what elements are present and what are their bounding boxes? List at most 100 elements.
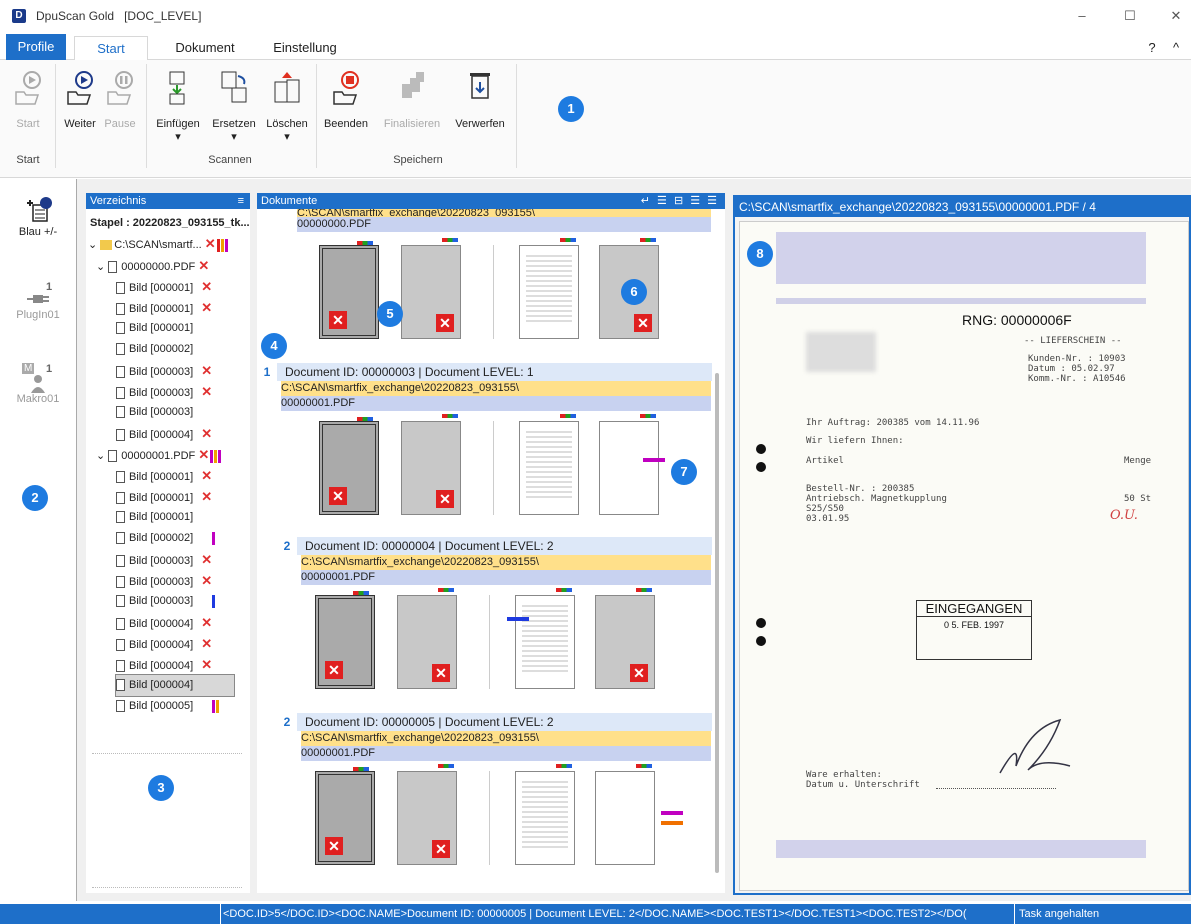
tree-image-item[interactable]: Bild [000001] ✕: [116, 465, 212, 486]
tree-image-item[interactable]: Bild [000002]: [116, 339, 193, 360]
letterhead-line: [776, 298, 1146, 304]
app-logo-icon: D: [12, 9, 26, 23]
page-thumbnail[interactable]: ✕: [401, 414, 461, 515]
page-thumbnail[interactable]: ✕: [319, 241, 379, 339]
makro01-button[interactable]: M 1 Makro01: [0, 363, 76, 405]
tab-einstellung[interactable]: Einstellung: [250, 36, 360, 60]
tree-image-item[interactable]: Bild [000002]: [116, 528, 216, 549]
page-thumbnail[interactable]: [519, 414, 579, 515]
delete-page-icon: [271, 70, 303, 106]
loeschen-button[interactable]: Löschen ▾: [262, 70, 312, 143]
tree-file-1[interactable]: ⌄ 00000001.PDF ✕: [96, 444, 222, 465]
collapse-ribbon-button[interactable]: ^: [1166, 36, 1186, 60]
marker-bar-icon: [224, 238, 228, 252]
maximize-button[interactable]: ☐: [1120, 8, 1140, 26]
help-button[interactable]: ?: [1142, 36, 1162, 60]
page-thumbnail[interactable]: ✕: [401, 238, 461, 339]
tree-image-item[interactable]: Bild [000003]: [116, 591, 216, 612]
signature-icon: [999, 718, 1071, 774]
chevron-down-icon[interactable]: ⌄: [96, 450, 105, 462]
start-button[interactable]: Start: [8, 70, 48, 130]
tree-title-text: Verzeichnis: [90, 195, 147, 207]
pause-button[interactable]: Pause: [102, 70, 138, 130]
error-x-icon: ✕: [201, 468, 213, 483]
tree-item-label: Bild [000004]: [129, 639, 194, 651]
error-x-icon: ✕: [201, 363, 213, 378]
docs-scrollbar[interactable]: [715, 373, 719, 873]
page-thumbnail[interactable]: ✕: [595, 588, 655, 689]
page-thumbnail[interactable]: ✕: [397, 588, 457, 689]
finalisieren-button[interactable]: Finalisieren: [378, 70, 446, 130]
page-thumbnail[interactable]: [595, 764, 655, 865]
page-thumbnail[interactable]: ✕: [315, 767, 375, 865]
weiter-button[interactable]: Weiter: [60, 70, 100, 130]
tree-image-item[interactable]: Bild [000001]: [116, 507, 193, 528]
tree-image-item[interactable]: Bild [000001] ✕: [116, 297, 212, 318]
tree-image-item[interactable]: Bild [000001] ✕: [116, 276, 212, 297]
page-thumbnail[interactable]: [515, 588, 575, 689]
page-thumbnail[interactable]: ✕: [397, 764, 457, 865]
image-file-icon: [116, 343, 125, 356]
document-group-header[interactable]: 2 Document ID: 00000004 | Document LEVEL:…: [277, 537, 712, 555]
page-thumbnail[interactable]: ✕: [315, 591, 375, 689]
docs-panel-title: Dokumente ↵ ☰ ⊟ ☰ ☰: [257, 193, 725, 209]
liefern-line: Wir liefern Ihnen:: [806, 436, 904, 446]
tree-image-item[interactable]: Bild [000001] ✕: [116, 486, 212, 507]
page-thumbnail[interactable]: [515, 764, 575, 865]
tree-image-item[interactable]: Bild [000004] ✕: [116, 654, 212, 675]
chevron-down-icon[interactable]: ⌄: [88, 239, 97, 251]
preview-title: C:\SCAN\smartfix_exchange\20220823_09315…: [735, 197, 1189, 217]
blau-button[interactable]: Blau +/-: [0, 195, 76, 238]
page-thumbnail[interactable]: [519, 238, 579, 339]
einfuegen-button[interactable]: Einfügen ▾: [152, 70, 204, 143]
s25-line: S25/S50: [806, 504, 844, 514]
stueck-qty: 50 St: [1124, 494, 1152, 504]
einfuegen-dropdown-icon[interactable]: ▾: [152, 130, 204, 143]
tree-image-item[interactable]: Bild [000003] ✕: [116, 381, 212, 402]
ersetzen-button[interactable]: Ersetzen ▾: [208, 70, 260, 143]
image-file-icon: [116, 406, 125, 419]
document-level-number: 1: [257, 363, 277, 381]
minimize-button[interactable]: –: [1072, 8, 1092, 26]
document-group-header[interactable]: 2 Document ID: 00000005 | Document LEVEL:…: [277, 713, 712, 731]
file0-label: 00000000.PDF: [121, 261, 196, 273]
close-button[interactable]: ✕: [1166, 8, 1186, 26]
tree-root-folder[interactable]: ⌄ C:\SCAN\smartf... ✕: [88, 233, 228, 254]
doc-level-text: [DOC_LEVEL]: [124, 9, 202, 23]
plugin01-button[interactable]: 1 PlugIn01: [0, 281, 76, 321]
tree-image-item[interactable]: Bild [000004]: [115, 674, 235, 697]
tab-start[interactable]: Start: [74, 36, 148, 61]
preview-panel: C:\SCAN\smartfix_exchange\20220823_09315…: [733, 195, 1191, 895]
tree-image-item[interactable]: Bild [000003] ✕: [116, 360, 212, 381]
plugin-strip: Blau +/- 1 PlugIn01 M 1 Makro01 2: [0, 179, 76, 901]
error-x-icon: ✕: [436, 490, 454, 508]
tree-image-item[interactable]: Bild [000003]: [116, 402, 193, 423]
tree-item-label: Bild [000004]: [129, 429, 194, 441]
ersetzen-dropdown-icon[interactable]: ▾: [208, 130, 260, 143]
tree-image-item[interactable]: Bild [000003] ✕: [116, 549, 212, 570]
page-thumbnail[interactable]: [599, 414, 659, 515]
tab-dokument[interactable]: Dokument: [160, 36, 250, 60]
tree-image-item[interactable]: Bild [000004] ✕: [116, 633, 212, 654]
tree-menu-icon[interactable]: ≡: [238, 193, 244, 209]
tree-item-label: Bild [000001]: [129, 471, 194, 483]
verwerfen-button[interactable]: Verwerfen: [450, 70, 510, 130]
tree-image-item[interactable]: Bild [000001]: [116, 318, 193, 339]
tab-profile[interactable]: Profile: [6, 34, 66, 60]
document-path-line: C:\SCAN\smartfix_exchange\20220823_09315…: [281, 381, 711, 396]
image-file-icon: [116, 471, 125, 484]
image-file-icon: [116, 595, 125, 608]
tree-file-0[interactable]: ⌄ 00000000.PDF ✕: [96, 255, 209, 276]
d03-line: 03.01.95: [806, 514, 850, 524]
docs-toolbar-icons[interactable]: ↵ ☰ ⊟ ☰ ☰: [641, 193, 719, 209]
tree-image-item[interactable]: Bild [000003] ✕: [116, 570, 212, 591]
document-group-header[interactable]: 1 Document ID: 00000003 | Document LEVEL:…: [257, 363, 712, 381]
chevron-down-icon[interactable]: ⌄: [96, 261, 105, 273]
page-thumbnail[interactable]: ✕: [319, 417, 379, 515]
tree-image-item[interactable]: Bild [000004] ✕: [116, 612, 212, 633]
beenden-button[interactable]: Beenden: [320, 70, 372, 130]
color-indicator-icon: [357, 241, 373, 245]
tree-image-item[interactable]: Bild [000005]: [116, 696, 220, 717]
loeschen-dropdown-icon[interactable]: ▾: [262, 130, 312, 143]
tree-image-item[interactable]: Bild [000004] ✕: [116, 423, 212, 444]
